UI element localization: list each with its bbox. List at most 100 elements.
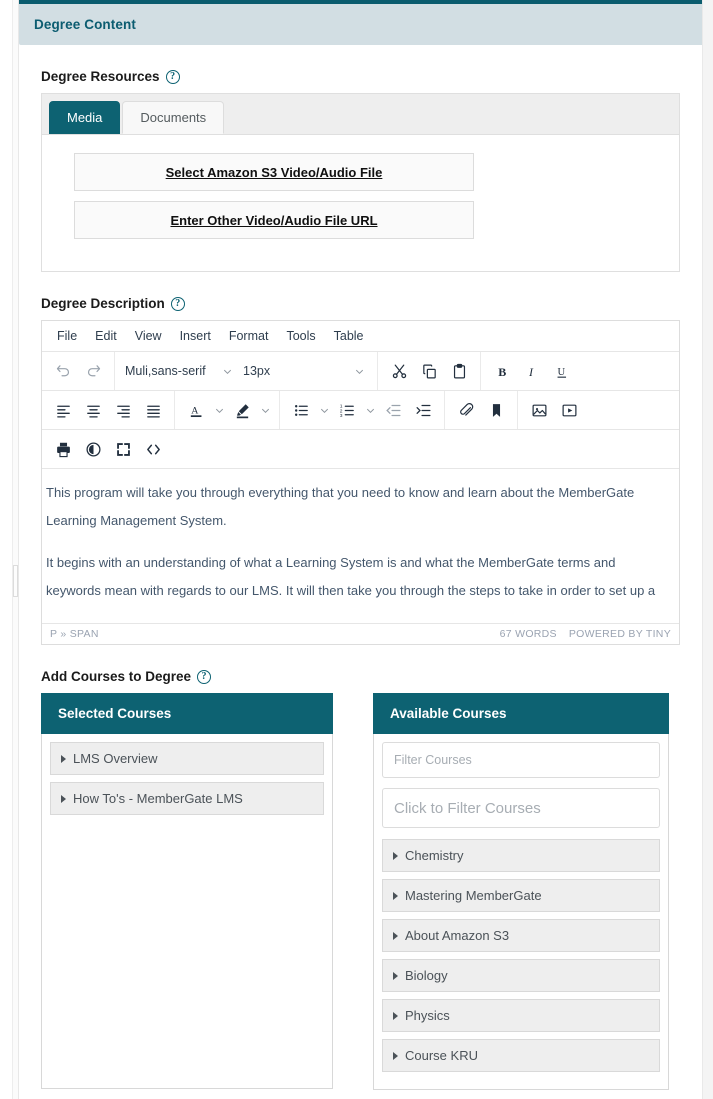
degree-resources-label-text: Degree Resources [41, 69, 160, 84]
selected-courses-header: Selected Courses [41, 693, 333, 734]
page-background: Degree Content Degree Resources ? Media … [0, 0, 713, 1099]
list-item[interactable]: Course KRU [382, 1039, 660, 1072]
tab-media-label: Media [67, 110, 103, 125]
right-gutter [703, 0, 713, 1099]
text-style-group: B I U [481, 352, 583, 390]
align-right-icon[interactable] [108, 396, 138, 424]
font-size-select[interactable]: 13px [239, 357, 371, 385]
list-item[interactable]: How To's - MemberGate LMS [50, 782, 324, 815]
add-courses-label: Add Courses to Degree ? [41, 669, 680, 684]
bookmark-icon[interactable] [481, 396, 511, 424]
courses-area: Selected Courses LMS Overview How To's -… [41, 693, 680, 1090]
preview-icon[interactable] [78, 435, 108, 463]
editor-status-bar: P » SPAN 67 WORDS POWERED BY TINY [42, 623, 679, 644]
editor-content-area[interactable]: This program will take you through every… [42, 469, 679, 623]
indent-icon[interactable] [408, 396, 438, 424]
font-size-value: 13px [243, 364, 271, 378]
enter-other-url-button[interactable]: Enter Other Video/Audio File URL [74, 201, 474, 239]
highlight-color-icon[interactable] [227, 396, 257, 424]
italic-icon[interactable]: I [517, 357, 547, 385]
bullet-list-icon[interactable] [286, 396, 316, 424]
list-item[interactable]: Physics [382, 999, 660, 1032]
degree-description-label-text: Degree Description [41, 296, 165, 311]
menu-insert[interactable]: Insert [171, 326, 220, 346]
numbered-list-icon[interactable]: 123 [332, 396, 362, 424]
source-code-icon[interactable] [138, 435, 168, 463]
tab-media[interactable]: Media [49, 101, 121, 134]
menu-format[interactable]: Format [220, 326, 278, 346]
menu-table[interactable]: Table [325, 326, 373, 346]
redo-icon[interactable] [78, 357, 108, 385]
chevron-down-icon[interactable] [211, 396, 227, 424]
degree-description-label: Degree Description ? [41, 296, 680, 311]
word-count: 67 WORDS [499, 628, 557, 640]
help-icon[interactable]: ? [170, 296, 185, 311]
outdent-icon[interactable] [378, 396, 408, 424]
font-family-select[interactable]: Muli,sans-serif [121, 357, 239, 385]
available-courses-list[interactable]: Chemistry Mastering MemberGate About Ama… [373, 734, 669, 1090]
page-title: Degree Content [34, 17, 136, 32]
click-to-filter-courses-input[interactable] [382, 788, 660, 828]
history-group [42, 352, 115, 390]
insert-link-group [445, 391, 518, 429]
svg-text:3: 3 [339, 412, 342, 418]
help-icon[interactable]: ? [165, 69, 180, 84]
course-label: LMS Overview [73, 751, 158, 766]
list-item[interactable]: Mastering MemberGate [382, 879, 660, 912]
align-left-icon[interactable] [48, 396, 78, 424]
menu-edit[interactable]: Edit [86, 326, 126, 346]
media-icon[interactable] [554, 396, 584, 424]
expand-triangle-icon [393, 1051, 398, 1060]
svg-text:A: A [191, 405, 199, 416]
menu-file[interactable]: File [48, 326, 86, 346]
filter-courses-input[interactable] [382, 742, 660, 778]
select-amazon-s3-file-button[interactable]: Select Amazon S3 Video/Audio File [74, 153, 474, 191]
editor-paragraph-1: This program will take you through every… [42, 479, 679, 535]
editor-menubar: File Edit View Insert Format Tools Table [42, 321, 679, 352]
expand-triangle-icon [393, 971, 398, 980]
svg-text:B: B [498, 364, 506, 378]
course-label: How To's - MemberGate LMS [73, 791, 243, 806]
list-item[interactable]: Biology [382, 959, 660, 992]
course-label: Biology [405, 968, 448, 983]
tools-group [42, 430, 174, 468]
align-justify-icon[interactable] [138, 396, 168, 424]
align-center-icon[interactable] [78, 396, 108, 424]
menu-tools[interactable]: Tools [277, 326, 324, 346]
copy-icon[interactable] [414, 357, 444, 385]
resources-tab-content: Select Amazon S3 Video/Audio File Enter … [42, 135, 679, 271]
print-icon[interactable] [48, 435, 78, 463]
menu-view[interactable]: View [126, 326, 171, 346]
clipboard-group [378, 352, 481, 390]
paste-icon[interactable] [444, 357, 474, 385]
panel-body: Degree Resources ? Media Documents Selec… [19, 69, 702, 1090]
fullscreen-icon[interactable] [108, 435, 138, 463]
cut-icon[interactable] [384, 357, 414, 385]
list-item[interactable]: LMS Overview [50, 742, 324, 775]
image-icon[interactable] [524, 396, 554, 424]
underline-icon[interactable]: U [547, 357, 577, 385]
element-path[interactable]: P » SPAN [50, 628, 99, 640]
tab-documents-label: Documents [140, 110, 207, 125]
panel-header: Degree Content [19, 4, 702, 45]
media-group [518, 391, 590, 429]
chevron-down-icon[interactable] [362, 396, 378, 424]
available-courses-panel: Available Courses Chemistry Mastering Me… [373, 693, 669, 1090]
course-label: About Amazon S3 [405, 928, 510, 943]
text-color-icon[interactable]: A [181, 396, 211, 424]
expand-triangle-icon [61, 754, 66, 763]
list-item[interactable]: About Amazon S3 [382, 919, 660, 952]
bold-icon[interactable]: B [487, 357, 517, 385]
link-icon[interactable] [451, 396, 481, 424]
help-icon[interactable]: ? [197, 669, 212, 684]
chevron-down-icon[interactable] [316, 396, 332, 424]
rich-text-editor: File Edit View Insert Format Tools Table [41, 320, 680, 645]
selected-courses-list[interactable]: LMS Overview How To's - MemberGate LMS [41, 734, 333, 1089]
undo-icon[interactable] [48, 357, 78, 385]
expand-triangle-icon [393, 851, 398, 860]
status-right: 67 WORDS POWERED BY TINY [500, 628, 671, 640]
chevron-down-icon[interactable] [257, 396, 273, 424]
list-item[interactable]: Chemistry [382, 839, 660, 872]
tab-documents[interactable]: Documents [122, 101, 225, 134]
font-family-value: Muli,sans-serif [125, 364, 206, 378]
